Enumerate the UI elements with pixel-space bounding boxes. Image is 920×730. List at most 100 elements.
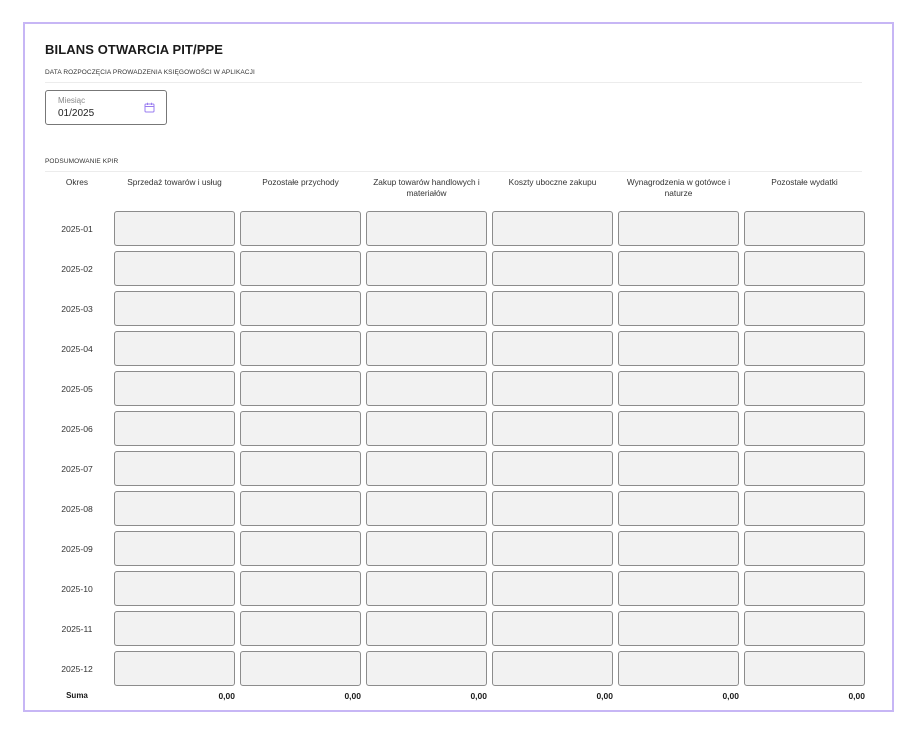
amount-input[interactable] bbox=[114, 251, 235, 286]
amount-input[interactable] bbox=[492, 371, 613, 406]
amount-input[interactable] bbox=[618, 651, 739, 686]
amount-input[interactable] bbox=[618, 571, 739, 606]
amount-input[interactable] bbox=[492, 531, 613, 566]
amount-input[interactable] bbox=[618, 451, 739, 486]
amount-input[interactable] bbox=[366, 291, 487, 326]
amount-input[interactable] bbox=[744, 331, 865, 366]
amount-input[interactable] bbox=[744, 371, 865, 406]
amount-input[interactable] bbox=[366, 491, 487, 526]
amount-input[interactable] bbox=[744, 491, 865, 526]
kpir-summary-table: Okres Sprzedaż towarów i usług Pozostałe p… bbox=[45, 177, 865, 701]
amount-input[interactable] bbox=[618, 371, 739, 406]
amount-input[interactable] bbox=[744, 651, 865, 686]
sum-value: 0,00 bbox=[470, 691, 487, 701]
amount-input[interactable] bbox=[492, 611, 613, 646]
period-label: 2025-04 bbox=[61, 343, 93, 354]
amount-input[interactable] bbox=[744, 291, 865, 326]
period-label: 2025-03 bbox=[61, 303, 93, 314]
amount-input[interactable] bbox=[240, 331, 361, 366]
amount-input[interactable] bbox=[366, 411, 487, 446]
amount-input[interactable] bbox=[618, 331, 739, 366]
period-label: 2025-09 bbox=[61, 543, 93, 554]
amount-input[interactable] bbox=[114, 611, 235, 646]
period-label: 2025-07 bbox=[61, 463, 93, 474]
amount-input[interactable] bbox=[744, 211, 865, 246]
amount-input[interactable] bbox=[618, 611, 739, 646]
amount-input[interactable] bbox=[366, 531, 487, 566]
column-header: Okres bbox=[65, 177, 89, 187]
amount-input[interactable] bbox=[618, 491, 739, 526]
amount-input[interactable] bbox=[618, 531, 739, 566]
amount-input[interactable] bbox=[492, 451, 613, 486]
amount-input[interactable] bbox=[114, 531, 235, 566]
amount-input[interactable] bbox=[618, 411, 739, 446]
amount-input[interactable] bbox=[492, 411, 613, 446]
amount-input[interactable] bbox=[744, 611, 865, 646]
amount-input[interactable] bbox=[492, 251, 613, 286]
amount-input[interactable] bbox=[366, 251, 487, 286]
amount-input[interactable] bbox=[240, 411, 361, 446]
amount-input[interactable] bbox=[366, 571, 487, 606]
amount-input[interactable] bbox=[744, 451, 865, 486]
amount-input[interactable] bbox=[240, 251, 361, 286]
period-label: 2025-06 bbox=[61, 423, 93, 434]
period-label: 2025-08 bbox=[61, 503, 93, 514]
amount-input[interactable] bbox=[114, 651, 235, 686]
amount-input[interactable] bbox=[240, 371, 361, 406]
amount-input[interactable] bbox=[240, 451, 361, 486]
amount-input[interactable] bbox=[240, 211, 361, 246]
amount-input[interactable] bbox=[366, 611, 487, 646]
amount-input[interactable] bbox=[744, 571, 865, 606]
period-label: 2025-01 bbox=[61, 223, 93, 234]
divider bbox=[45, 82, 862, 83]
amount-input[interactable] bbox=[492, 291, 613, 326]
amount-input[interactable] bbox=[366, 211, 487, 246]
sum-value: 0,00 bbox=[218, 691, 235, 701]
amount-input[interactable] bbox=[744, 251, 865, 286]
amount-input[interactable] bbox=[114, 331, 235, 366]
sum-value: 0,00 bbox=[344, 691, 361, 701]
period-label: 2025-05 bbox=[61, 383, 93, 394]
calendar-icon[interactable] bbox=[144, 102, 155, 113]
divider bbox=[45, 171, 862, 172]
amount-input[interactable] bbox=[240, 491, 361, 526]
amount-input[interactable] bbox=[618, 211, 739, 246]
opening-balance-panel: BILANS OTWARCIA PIT/PPE DATA ROZPOCZĘCIA… bbox=[23, 22, 894, 712]
amount-input[interactable] bbox=[114, 371, 235, 406]
amount-input[interactable] bbox=[114, 211, 235, 246]
amount-input[interactable] bbox=[618, 291, 739, 326]
amount-input[interactable] bbox=[492, 491, 613, 526]
amount-input[interactable] bbox=[114, 571, 235, 606]
amount-input[interactable] bbox=[492, 211, 613, 246]
amount-input[interactable] bbox=[240, 291, 361, 326]
amount-input[interactable] bbox=[366, 651, 487, 686]
amount-input[interactable] bbox=[492, 651, 613, 686]
kpir-summary-section-label: PODSUMOWANIE KPIR bbox=[45, 158, 119, 165]
amount-input[interactable] bbox=[366, 371, 487, 406]
amount-input[interactable] bbox=[366, 451, 487, 486]
sum-value: 0,00 bbox=[848, 691, 865, 701]
amount-input[interactable] bbox=[240, 531, 361, 566]
amount-input[interactable] bbox=[492, 571, 613, 606]
amount-input[interactable] bbox=[240, 571, 361, 606]
period-label: 2025-12 bbox=[61, 663, 93, 674]
month-picker-field[interactable]: Miesiąc 01/2025 bbox=[45, 90, 167, 125]
month-field-label: Miesiąc bbox=[58, 96, 86, 105]
month-field-value: 01/2025 bbox=[58, 108, 95, 119]
sum-value: 0,00 bbox=[596, 691, 613, 701]
period-label: 2025-11 bbox=[61, 623, 93, 634]
amount-input[interactable] bbox=[114, 411, 235, 446]
amount-input[interactable] bbox=[114, 451, 235, 486]
sum-label: Suma bbox=[66, 691, 88, 700]
amount-input[interactable] bbox=[240, 651, 361, 686]
amount-input[interactable] bbox=[618, 251, 739, 286]
amount-input[interactable] bbox=[366, 331, 487, 366]
amount-input[interactable] bbox=[492, 331, 613, 366]
amount-input[interactable] bbox=[744, 411, 865, 446]
amount-input[interactable] bbox=[744, 531, 865, 566]
sum-value: 0,00 bbox=[722, 691, 739, 701]
amount-input[interactable] bbox=[114, 491, 235, 526]
amount-input[interactable] bbox=[240, 611, 361, 646]
start-date-section-label: DATA ROZPOCZĘCIA PROWADZENIA KSIĘGOWOŚCI… bbox=[45, 69, 255, 76]
amount-input[interactable] bbox=[114, 291, 235, 326]
